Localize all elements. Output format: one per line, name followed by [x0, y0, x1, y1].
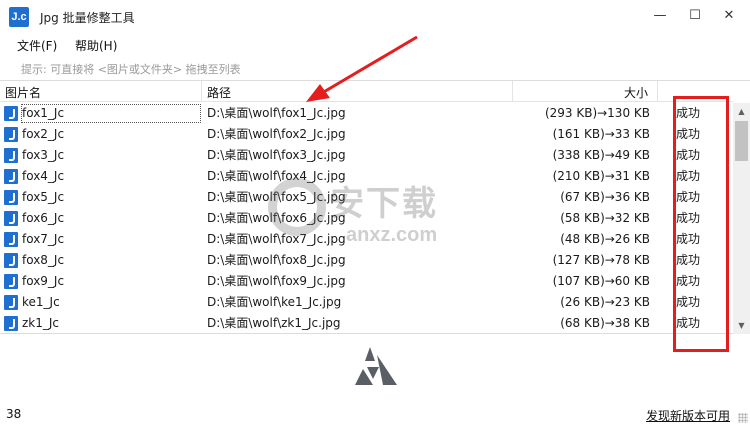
- cell-path: D:\桌面\wolf\zk1_Jc.jpg: [207, 316, 341, 330]
- annotation-highlight-box: [673, 96, 729, 352]
- cell-size: (26 KB)→23 KB: [560, 295, 650, 309]
- cell-size: (293 KB)→130 KB: [544, 106, 650, 120]
- cell-path: D:\桌面\wolf\fox3_Jc.jpg: [207, 148, 346, 162]
- cell-path: D:\桌面\wolf\ke1_Jc.jpg: [207, 295, 342, 309]
- table-row[interactable]: ke1_Jc D:\桌面\wolf\ke1_Jc.jpg (26 KB)→23 KB…: [0, 292, 733, 313]
- close-button[interactable]: ✕: [714, 4, 744, 28]
- cell-size: (210 KB)→31 KB: [552, 169, 650, 183]
- scroll-thumb[interactable]: [735, 121, 748, 161]
- jpg-file-icon: [4, 127, 18, 142]
- jpg-file-icon: [4, 211, 18, 226]
- menu-file[interactable]: 文件(F): [17, 37, 57, 54]
- jpg-file-icon: [4, 316, 18, 331]
- cell-name: ke1_Jc: [22, 295, 60, 309]
- jpg-file-icon: [4, 253, 18, 268]
- cell-size: (68 KB)→38 KB: [560, 316, 650, 330]
- jpg-file-icon: [4, 169, 18, 184]
- column-divider[interactable]: [201, 81, 202, 102]
- column-divider[interactable]: [657, 81, 658, 102]
- watermark-text: 安下载: [330, 184, 438, 224]
- table-row[interactable]: fox9_Jc D:\桌面\wolf\fox9_Jc.jpg (107 KB)→60…: [0, 271, 733, 292]
- cell-name: fox5_Jc: [22, 190, 65, 204]
- cell-size: (127 KB)→78 KB: [552, 253, 650, 267]
- table-header: 图片名 路径 大小: [0, 81, 733, 102]
- column-header-size[interactable]: 大小: [624, 84, 648, 101]
- scroll-down-icon[interactable]: ▼: [733, 317, 750, 334]
- jpg-file-icon: [4, 274, 18, 289]
- cell-name: fox7_Jc: [22, 232, 65, 246]
- update-available-link[interactable]: 发现新版本可用: [646, 407, 730, 424]
- jpg-file-icon: [4, 232, 18, 247]
- cell-path: D:\桌面\wolf\fox9_Jc.jpg: [207, 274, 346, 288]
- column-divider[interactable]: [512, 81, 513, 102]
- cell-size: (107 KB)→60 KB: [552, 274, 650, 288]
- table-row[interactable]: fox1_Jc D:\桌面\wolf\fox1_Jc.jpg (293 KB)→13…: [0, 103, 733, 124]
- maximize-button[interactable]: ☐: [680, 4, 710, 28]
- cell-path: D:\桌面\wolf\fox2_Jc.jpg: [207, 127, 346, 141]
- column-header-path[interactable]: 路径: [207, 84, 231, 101]
- column-header-name[interactable]: 图片名: [5, 84, 41, 101]
- cell-name: fox9_Jc: [22, 274, 65, 288]
- cell-name: fox2_Jc: [22, 127, 65, 141]
- drag-hint: 提示: 可直接将 <图片或文件夹> 拖拽至列表: [21, 63, 241, 76]
- watermark: 安下载 anxz.com: [268, 170, 488, 260]
- file-count: 38: [6, 407, 22, 421]
- cell-name: fox3_Jc: [22, 148, 65, 162]
- cell-name: fox1_Jc: [21, 104, 201, 123]
- menu-help[interactable]: 帮助(H): [75, 37, 117, 54]
- jpg-file-icon: [4, 190, 18, 205]
- vertical-scrollbar[interactable]: ▲ ▼: [733, 103, 750, 334]
- cell-size: (338 KB)→49 KB: [552, 148, 650, 162]
- jpg-file-icon: [4, 148, 18, 163]
- cell-name: fox6_Jc: [22, 211, 65, 225]
- cell-size: (48 KB)→26 KB: [560, 232, 650, 246]
- window-title: Jpg 批量修整工具: [40, 11, 135, 25]
- jpg-file-icon: [4, 106, 18, 121]
- table-row[interactable]: fox2_Jc D:\桌面\wolf\fox2_Jc.jpg (161 KB)→33…: [0, 124, 733, 145]
- app-icon: J.c: [9, 7, 29, 27]
- table-row[interactable]: zk1_Jc D:\桌面\wolf\zk1_Jc.jpg (68 KB)→38 KB…: [0, 313, 733, 334]
- scroll-up-icon[interactable]: ▲: [733, 103, 750, 120]
- cell-name: fox8_Jc: [22, 253, 65, 267]
- watermark-url: anxz.com: [346, 224, 438, 246]
- watermark-logo-icon: [268, 178, 326, 236]
- cell-path: D:\桌面\wolf\fox1_Jc.jpg: [207, 106, 346, 120]
- table-row[interactable]: fox3_Jc D:\桌面\wolf\fox3_Jc.jpg (338 KB)→49…: [0, 145, 733, 166]
- minimize-button[interactable]: —: [645, 4, 675, 28]
- resize-grip-icon[interactable]: [738, 413, 748, 423]
- cell-name: fox4_Jc: [22, 169, 65, 183]
- cell-size: (67 KB)→36 KB: [560, 190, 650, 204]
- cell-name: zk1_Jc: [22, 316, 60, 330]
- cell-size: (161 KB)→33 KB: [552, 127, 650, 141]
- cell-size: (58 KB)→32 KB: [560, 211, 650, 225]
- jpg-file-icon: [4, 295, 18, 310]
- title-bar: J.c Jpg 批量修整工具 — ☐ ✕: [0, 0, 750, 33]
- app-logo-icon: [355, 347, 397, 385]
